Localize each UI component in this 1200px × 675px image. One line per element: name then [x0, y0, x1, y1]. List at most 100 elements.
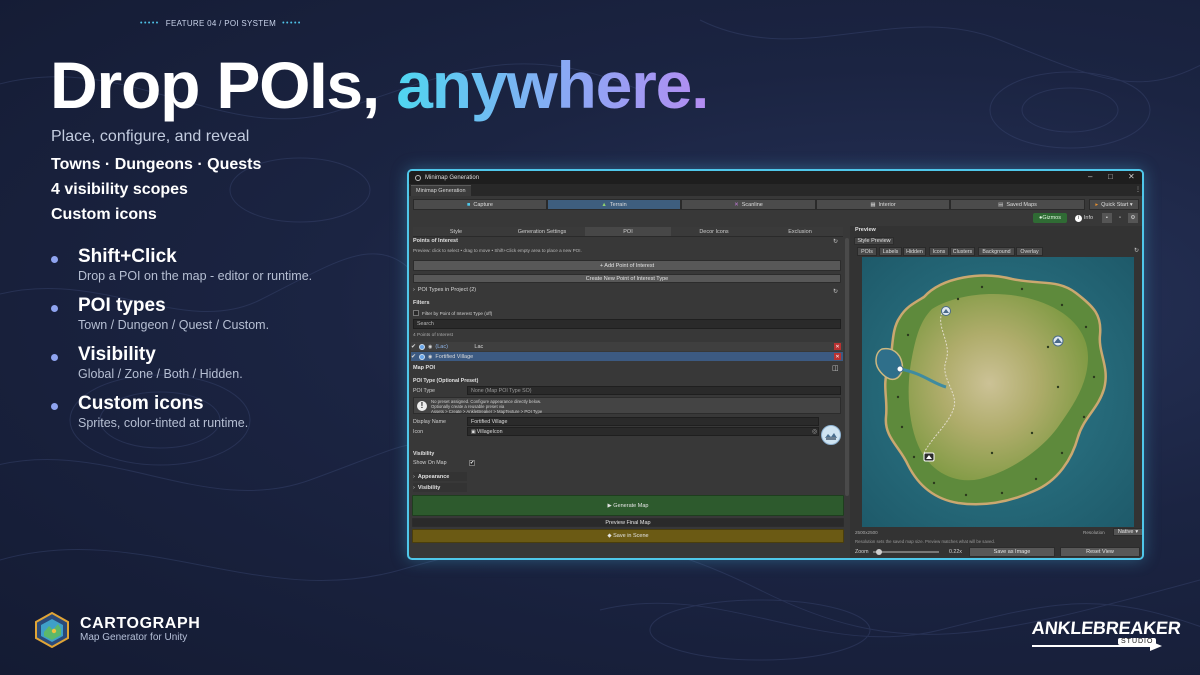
- bullet-title: Visibility: [78, 344, 156, 365]
- tab-exclusion[interactable]: Exclusion: [757, 227, 843, 237]
- object-picker-icon[interactable]: ◎: [812, 428, 817, 435]
- mode-label: Terrain: [609, 201, 627, 208]
- refresh-icon[interactable]: ↻: [833, 238, 838, 245]
- poi-type-value: None (Map POI Type SO): [471, 387, 532, 394]
- save-in-scene-button[interactable]: ◆ Save in Scene: [412, 529, 844, 543]
- bullet-dot: [51, 256, 58, 263]
- eyebrow-dots-left: •••••: [140, 20, 160, 27]
- poi-marker-east[interactable]: [1052, 335, 1064, 347]
- zoom-label: Zoom: [855, 549, 869, 555]
- info-helpbox: ! No preset assigned. Configure appearan…: [413, 397, 841, 414]
- poi-types-foldout[interactable]: › POI Types in Project (2): [413, 287, 476, 293]
- mode-scanline-button[interactable]: ✕ Scanline: [681, 199, 816, 210]
- tab-poi[interactable]: POI: [585, 227, 671, 237]
- brand-name: CARTOGRAPH: [80, 615, 201, 632]
- kebab-menu-icon[interactable]: ⋮: [1135, 186, 1141, 193]
- visibility-foldout[interactable]: › Visibility: [413, 483, 467, 492]
- tab-minimap-generation[interactable]: Minimap Generation: [411, 185, 471, 196]
- toggle-overlay[interactable]: Overlay: [1016, 247, 1043, 256]
- reset-view-button[interactable]: Reset View: [1060, 547, 1140, 557]
- appearance-foldout[interactable]: › Appearance: [413, 472, 467, 481]
- eyebrow-text: FEATURE 04 / POI SYSTEM: [165, 19, 277, 28]
- delete-poi-icon[interactable]: ✕: [834, 353, 841, 360]
- refresh-icon[interactable]: ↻: [1134, 247, 1139, 254]
- zoom-slider[interactable]: [873, 549, 939, 555]
- filter-by-type-toggle[interactable]: Filter by Point of Interest Type (off): [413, 310, 492, 316]
- toggle-icons[interactable]: Icons: [929, 247, 949, 256]
- show-on-map-label: Show On Map: [413, 460, 447, 466]
- close-icon[interactable]: ✕: [1128, 172, 1135, 181]
- add-poi-button[interactable]: + Add Point of Interest: [413, 260, 841, 271]
- foldout-arrow-icon: ›: [413, 287, 415, 293]
- cartograph-logo-icon: [35, 612, 69, 648]
- delete-poi-icon[interactable]: ✕: [834, 343, 841, 350]
- toggle-pois[interactable]: POIs: [857, 247, 877, 256]
- quick-start-label: Quick Start ▾: [1101, 201, 1133, 208]
- toggle-clusters[interactable]: Clusters: [950, 247, 975, 256]
- icon-label: Icon: [413, 429, 424, 435]
- tab-generation-settings[interactable]: Generation Settings: [499, 227, 585, 237]
- mode-label: Saved Maps: [1006, 201, 1037, 208]
- mode-capture-button[interactable]: ■ Capture: [413, 199, 547, 210]
- poi-search-field[interactable]: Search: [413, 319, 841, 329]
- poi-row-fortified-village[interactable]: ✔ ◉ Fortified Village: [411, 352, 843, 361]
- map-preview-canvas[interactable]: [862, 257, 1134, 527]
- bullet-dot: [51, 305, 58, 312]
- poi-type-field[interactable]: None (Map POI Type SO): [467, 386, 841, 395]
- create-poi-type-button[interactable]: Create New Point of Interest Type: [413, 274, 841, 283]
- generate-map-button[interactable]: ▶ Generate Map: [412, 495, 844, 516]
- icon-field[interactable]: ▣ VillageIcon: [467, 427, 819, 436]
- filter-checkbox[interactable]: [413, 310, 419, 316]
- eye-icon[interactable]: ◉: [428, 344, 432, 350]
- save-as-image-button[interactable]: Save as Image: [969, 547, 1055, 557]
- filters-header: Filters: [413, 300, 430, 306]
- tab-decor-icons[interactable]: Decor Icons: [671, 227, 757, 237]
- left-scrollbar[interactable]: [845, 238, 849, 496]
- headline-part2: anywhere.: [396, 48, 709, 122]
- poi-marker-north[interactable]: [941, 306, 951, 316]
- resolution-label: Resolution: [1083, 530, 1105, 535]
- style-preview-tab[interactable]: Style Preview: [854, 237, 894, 245]
- poi-count: 4 Points of Interest: [413, 333, 453, 338]
- zoom-slider-thumb[interactable]: [876, 549, 882, 555]
- poi-marker-lake[interactable]: [896, 365, 904, 373]
- row-checkbox[interactable]: ✔: [411, 353, 416, 360]
- window-titlebar[interactable]: Minimap Generation: [409, 171, 1142, 184]
- mode-terrain-button[interactable]: ▲ Terrain: [547, 199, 681, 210]
- toggle-background[interactable]: Background: [978, 247, 1015, 256]
- village-preview-icon: [821, 425, 841, 445]
- pane-icon[interactable]: ▫: [1115, 213, 1125, 223]
- show-on-map-checkbox[interactable]: ✔: [469, 460, 475, 466]
- interior-icon: ▦: [870, 201, 876, 208]
- foldout-label: POI Types in Project (2): [417, 287, 477, 293]
- resolution-dropdown[interactable]: Native ▾: [1113, 528, 1142, 536]
- row-checkbox[interactable]: ✔: [411, 343, 416, 350]
- minimize-icon[interactable]: –: [1088, 172, 1092, 181]
- settings-icon[interactable]: ⚙: [1128, 213, 1138, 223]
- folder-icon: ▤: [998, 201, 1004, 208]
- display-name-field[interactable]: Fortified Village: [467, 417, 819, 426]
- preview-header: Preview: [855, 227, 876, 233]
- mode-saved-maps-button[interactable]: ▤ Saved Maps: [950, 199, 1085, 210]
- poi-hint: Preview: click to select • drag to move …: [413, 248, 582, 253]
- refresh-icon[interactable]: ↻: [833, 288, 838, 295]
- highlight-icons: Custom icons: [51, 206, 157, 223]
- resolution-note: Resolution sets the saved map size. Prev…: [855, 539, 995, 544]
- filter-label: Filter by Point of Interest Type (off): [422, 310, 493, 316]
- poi-marker-village-selected[interactable]: [923, 452, 935, 462]
- poi-marker-icon: [419, 343, 426, 350]
- toggle-hidden[interactable]: Hidden: [903, 247, 926, 256]
- tab-style[interactable]: Style: [413, 227, 499, 237]
- toggle-labels[interactable]: Labels: [879, 247, 902, 256]
- preview-final-map-button[interactable]: Preview Final Map: [412, 518, 844, 527]
- poi-row-lac[interactable]: ✔ ◉ (Lac) Lac: [411, 342, 843, 351]
- lock-icon[interactable]: ▪: [1102, 213, 1112, 223]
- gizmos-toggle[interactable]: ● Gizmos: [1033, 213, 1067, 223]
- layout-icon[interactable]: ◫: [832, 364, 839, 372]
- maximize-icon[interactable]: □: [1108, 172, 1113, 181]
- eye-icon[interactable]: ◉: [428, 354, 432, 360]
- info-toggle[interactable]: i Info: [1071, 213, 1097, 223]
- mode-interior-button[interactable]: ▦ Interior: [816, 199, 950, 210]
- scanline-icon: ✕: [734, 201, 739, 208]
- quick-start-dropdown[interactable]: ▸ Quick Start ▾: [1089, 199, 1139, 210]
